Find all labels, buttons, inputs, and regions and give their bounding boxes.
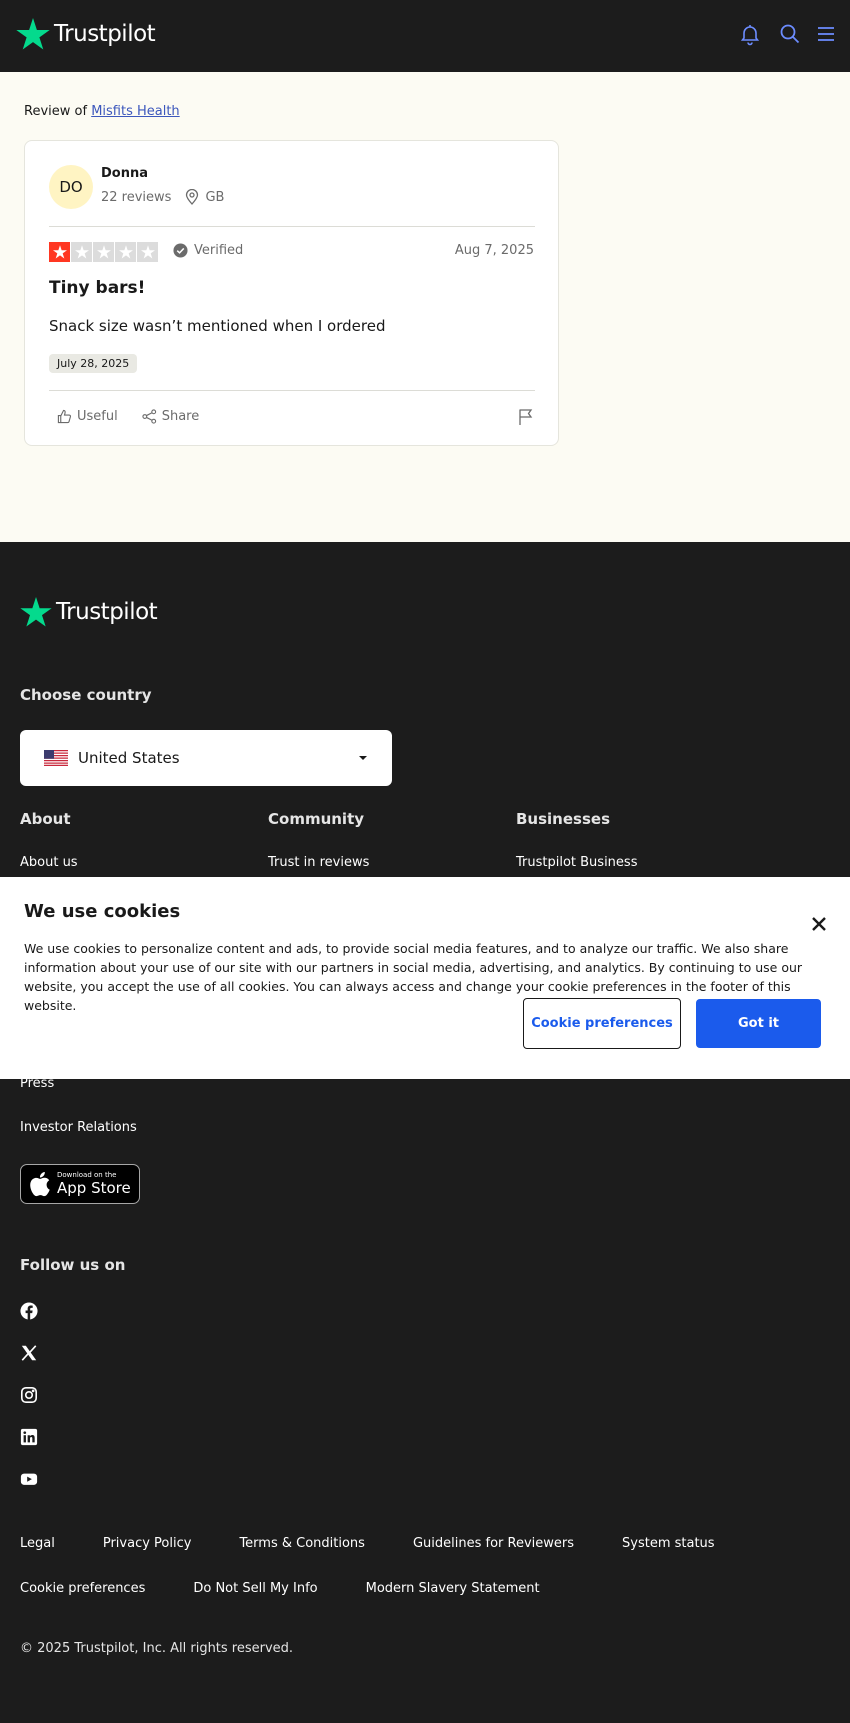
top-navigation-bar: Trustpilot (0, 0, 850, 72)
card-divider (49, 226, 535, 227)
app-store-small-text: Download on the (57, 1171, 117, 1179)
cookie-preferences-button[interactable]: Cookie preferences (523, 998, 681, 1049)
bell-icon[interactable] (738, 22, 762, 46)
useful-label: Useful (77, 409, 118, 424)
facebook-icon[interactable] (20, 1302, 38, 1320)
apple-icon (30, 1172, 50, 1197)
author-location: GB (185, 189, 224, 205)
footer-heading-about: About (20, 810, 71, 828)
footer-link-terms-conditions[interactable]: Terms & Conditions (239, 1536, 365, 1551)
author-meta: 22 reviews GB (101, 189, 224, 205)
star-icon (93, 242, 114, 262)
footer-link-guidelines-reviewers[interactable]: Guidelines for Reviewers (413, 1536, 574, 1551)
review-actions: Useful Share (57, 409, 199, 424)
review-card: DO Donna 22 reviews GB Verified Aug 7, 2… (24, 140, 559, 446)
review-title: Tiny bars! (49, 278, 146, 298)
country-select[interactable]: United States (20, 730, 392, 786)
footer-link-do-not-sell[interactable]: Do Not Sell My Info (193, 1581, 317, 1596)
thumbs-up-icon (57, 409, 72, 424)
footer-link-cookie-preferences[interactable]: Cookie preferences (20, 1581, 145, 1596)
location-code: GB (205, 189, 225, 205)
app-store-badge[interactable]: Download on the App Store (20, 1164, 140, 1204)
choose-country-heading: Choose country (20, 686, 152, 704)
footer-link-investor-relations[interactable]: Investor Relations (20, 1120, 137, 1135)
legal-links-row-2: Cookie preferences Do Not Sell My Info M… (20, 1581, 540, 1596)
x-icon[interactable] (20, 1344, 38, 1362)
review-body: Snack size wasn’t mentioned when I order… (49, 317, 386, 335)
location-pin-icon (186, 189, 199, 205)
footer: Trustpilot Choose country United States … (0, 542, 850, 1723)
footer-link-modern-slavery[interactable]: Modern Slavery Statement (366, 1581, 540, 1596)
footer-link-legal[interactable]: Legal (20, 1536, 55, 1551)
trustpilot-wordmark: Trustpilot (54, 21, 156, 47)
trustpilot-wordmark: Trustpilot (56, 599, 158, 625)
trustpilot-star-icon (20, 597, 52, 627)
trustpilot-logo[interactable]: Trustpilot (16, 18, 156, 50)
footer-link-trust-in-reviews[interactable]: Trust in reviews (268, 855, 369, 870)
footer-heading-community: Community (268, 810, 365, 828)
verified-label: Verified (194, 243, 244, 258)
close-icon[interactable] (810, 915, 828, 933)
share-label: Share (161, 409, 200, 424)
star-icon (137, 242, 158, 262)
check-circle-icon (173, 243, 188, 258)
footer-link-about-us[interactable]: About us (20, 855, 78, 870)
linkedin-icon[interactable] (20, 1428, 38, 1446)
useful-button[interactable]: Useful (57, 409, 118, 424)
review-of-label: Review of (24, 104, 88, 119)
star-icon (49, 242, 70, 262)
us-flag-icon (44, 750, 68, 766)
share-icon (142, 409, 156, 424)
footer-link-system-status[interactable]: System status (622, 1536, 715, 1551)
author-review-count: 22 reviews (101, 189, 172, 205)
footer-link-privacy-policy[interactable]: Privacy Policy (103, 1536, 192, 1551)
menu-icon[interactable] (814, 22, 838, 46)
follow-us-heading: Follow us on (20, 1256, 126, 1274)
youtube-icon[interactable] (20, 1470, 38, 1488)
trustpilot-star-icon (16, 18, 50, 50)
verified-badge[interactable]: Verified (173, 243, 243, 258)
footer-trustpilot-logo[interactable]: Trustpilot (20, 597, 158, 627)
search-icon[interactable] (778, 22, 802, 46)
review-of-line: Review of Misfits Health (24, 104, 180, 119)
got-it-button[interactable]: Got it (696, 999, 821, 1048)
cookie-banner-title: We use cookies (24, 901, 181, 922)
star-icon (71, 242, 92, 262)
footer-link-trustpilot-business[interactable]: Trustpilot Business (516, 855, 637, 870)
star-icon (115, 242, 136, 262)
author-name[interactable]: Donna (101, 166, 148, 181)
legal-links-row-1: Legal Privacy Policy Terms & Conditions … (20, 1536, 715, 1551)
caret-down-icon (359, 756, 367, 760)
experience-date-badge: July 28, 2025 (49, 354, 138, 373)
share-button[interactable]: Share (142, 409, 200, 424)
copyright-text: © 2025 Trustpilot, Inc. All rights reser… (20, 1641, 294, 1656)
instagram-icon[interactable] (20, 1386, 38, 1404)
selected-country: United States (78, 749, 180, 767)
star-rating (49, 242, 158, 262)
app-store-big-text: App Store (57, 1179, 131, 1197)
card-divider (49, 390, 535, 391)
review-date: Aug 7, 2025 (454, 243, 534, 258)
footer-heading-businesses: Businesses (516, 810, 610, 828)
flag-icon[interactable] (518, 408, 534, 426)
cookie-banner: We use cookies We use cookies to persona… (0, 877, 850, 1079)
company-link[interactable]: Misfits Health (91, 104, 179, 119)
avatar[interactable]: DO (49, 165, 93, 209)
